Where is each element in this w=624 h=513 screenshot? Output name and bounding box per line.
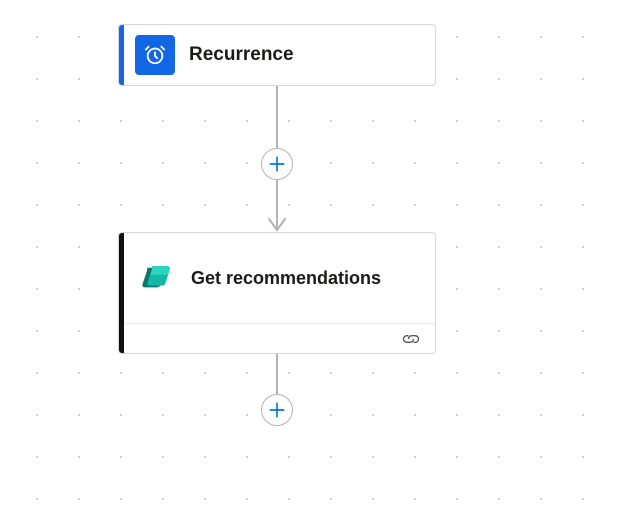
connector-line	[276, 354, 278, 394]
node-label: Recurrence	[189, 42, 294, 68]
node-label: Get recommendations	[191, 266, 381, 290]
node-footer	[119, 323, 435, 353]
power-platform-icon	[137, 258, 177, 298]
node-accent-bar	[119, 233, 124, 353]
node-accent-bar	[119, 25, 124, 85]
flow-designer-canvas[interactable]: Recurrence Get recommendations	[0, 0, 624, 513]
add-step-button[interactable]	[261, 394, 293, 426]
link-icon[interactable]	[401, 332, 421, 346]
trigger-node-recurrence[interactable]: Recurrence	[118, 24, 436, 86]
alarm-clock-icon	[135, 35, 175, 75]
connector-line	[276, 86, 278, 148]
action-node-get-recommendations[interactable]: Get recommendations	[118, 232, 436, 354]
add-step-button[interactable]	[261, 148, 293, 180]
